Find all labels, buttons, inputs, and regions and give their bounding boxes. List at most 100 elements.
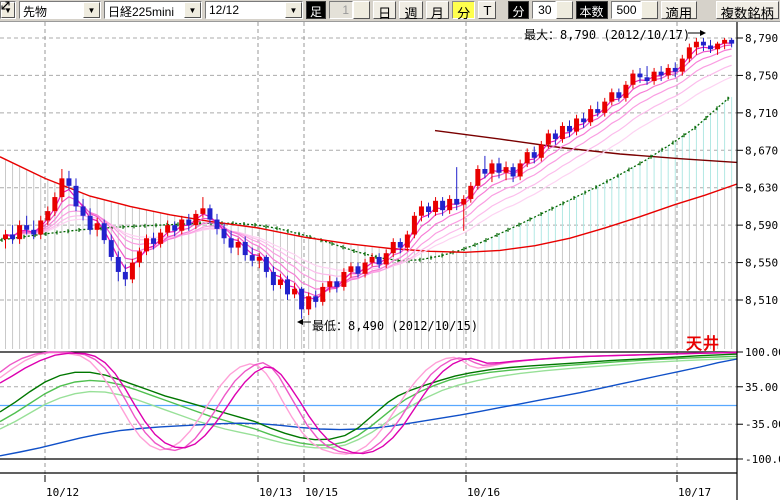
osc-axis-label: -35.00 — [745, 418, 780, 431]
candle-body — [461, 199, 466, 205]
candle-body — [426, 206, 431, 212]
date-axis-label: 10/17 — [678, 486, 711, 499]
candle-body — [123, 272, 128, 279]
candle-body — [31, 230, 36, 235]
candle-body — [504, 167, 509, 173]
candle-body — [384, 253, 389, 264]
tick-button[interactable]: T — [478, 1, 496, 19]
candle-body — [645, 77, 650, 81]
candle-body — [102, 223, 107, 240]
osc-series-pink_med — [0, 352, 737, 454]
candle-body — [306, 296, 311, 309]
chart-area[interactable]: 8,7908,7508,7108,6708,6308,5908,5508,510… — [0, 0, 780, 500]
price-axis-label: 8,630 — [745, 182, 778, 195]
candle-body — [45, 211, 50, 220]
candle-body — [38, 220, 43, 234]
bar-count-tag: 本数 — [576, 1, 608, 19]
candle-body — [553, 133, 558, 139]
osc-series-green_dark — [0, 354, 737, 440]
contract-month-select[interactable]: 12/12 ▼ — [205, 1, 303, 19]
candle-body — [623, 85, 628, 98]
candle-body — [391, 242, 396, 253]
candle-body — [59, 178, 64, 197]
candle-body — [440, 201, 445, 210]
candle-body — [447, 199, 452, 210]
market-select-value: 先物 — [20, 2, 83, 18]
candle-body — [609, 92, 614, 101]
candle-body — [595, 109, 600, 113]
candle-body — [616, 92, 621, 98]
ema-ribbon-line — [6, 65, 732, 276]
chevron-down-icon[interactable]: ▼ — [184, 2, 201, 18]
candle-body — [165, 225, 170, 232]
symbol-select[interactable]: 日経225mini ▼ — [104, 1, 202, 19]
candle-body — [137, 251, 142, 262]
candle-body — [52, 197, 57, 211]
price-axis-label: 8,670 — [745, 144, 778, 157]
candle-body — [3, 234, 8, 239]
interval-value: 1 — [329, 1, 353, 19]
spin-arrows-icon[interactable] — [556, 1, 573, 19]
candle-body — [729, 40, 734, 44]
candle-body — [215, 220, 220, 229]
market-select[interactable]: 先物 ▼ — [19, 1, 101, 19]
candle-body — [200, 208, 205, 214]
osc-axis-label: 100.00 — [745, 346, 780, 359]
apply-button[interactable]: 適用 — [661, 1, 698, 19]
candle-body — [715, 44, 720, 50]
candle-body — [193, 214, 198, 225]
candle-body — [567, 126, 572, 132]
candle-body — [243, 242, 248, 255]
candle-body — [17, 225, 22, 239]
candle-body — [532, 152, 537, 158]
candle-body — [172, 225, 177, 231]
ema-ribbon-line — [6, 56, 732, 283]
ema-ribbon-line — [6, 45, 732, 296]
candle-body — [158, 233, 163, 244]
chevron-down-icon[interactable]: ▼ — [285, 2, 302, 18]
candle-body — [88, 216, 93, 230]
candle-body — [574, 118, 579, 131]
chart-canvas[interactable]: 8,7908,7508,7108,6708,6308,5908,5508,510… — [0, 0, 780, 500]
bar-type-tag: 足 — [306, 1, 326, 19]
candle-body — [179, 220, 184, 231]
minute-button-active[interactable]: 分 — [452, 1, 475, 19]
slow-ma-green — [0, 97, 730, 261]
bar-count-stepper[interactable]: 500 — [611, 1, 658, 19]
minute-stepper[interactable]: 30 — [532, 1, 573, 19]
candle-body — [666, 68, 671, 75]
monthly-button[interactable]: 月 — [426, 1, 449, 19]
max-arrow-head — [700, 30, 706, 36]
candle-body — [229, 238, 234, 247]
candle-body — [588, 109, 593, 122]
minute-tag: 分 — [508, 1, 528, 19]
candle-body — [680, 59, 685, 72]
candle-body — [130, 263, 135, 280]
candle-body — [341, 272, 346, 287]
spin-arrows-icon[interactable] — [353, 1, 370, 19]
candle-body — [687, 47, 692, 58]
date-axis-label: 10/16 — [467, 486, 500, 499]
daily-button[interactable]: 日 — [373, 1, 396, 19]
price-axis-label: 8,510 — [745, 294, 778, 307]
contract-month-value: 12/12 — [206, 2, 285, 18]
candle-body — [74, 186, 79, 207]
spin-arrows-icon[interactable] — [641, 1, 658, 19]
candle-body — [66, 178, 71, 185]
chevron-down-icon[interactable]: ▼ — [83, 2, 100, 18]
osc-series-pink_dark — [0, 353, 737, 454]
ema-ribbon-line — [6, 49, 732, 289]
interval-stepper[interactable]: 1 — [329, 1, 370, 19]
date-axis-label: 10/15 — [305, 486, 338, 499]
weekly-button[interactable]: 週 — [399, 1, 422, 19]
candle-body — [222, 229, 227, 238]
osc-axis-label: 35.00 — [745, 381, 778, 394]
multi-symbol-button[interactable]: 複数銘柄 — [716, 1, 779, 19]
candle-body — [638, 74, 643, 78]
candle-body — [285, 279, 290, 294]
candle-body — [581, 118, 586, 122]
candle-body — [363, 263, 368, 274]
candle-body — [320, 287, 325, 302]
max-price-annotation: 最大：8,790 (2012/10/17) — [524, 26, 690, 43]
osc-series-blue — [0, 359, 737, 456]
